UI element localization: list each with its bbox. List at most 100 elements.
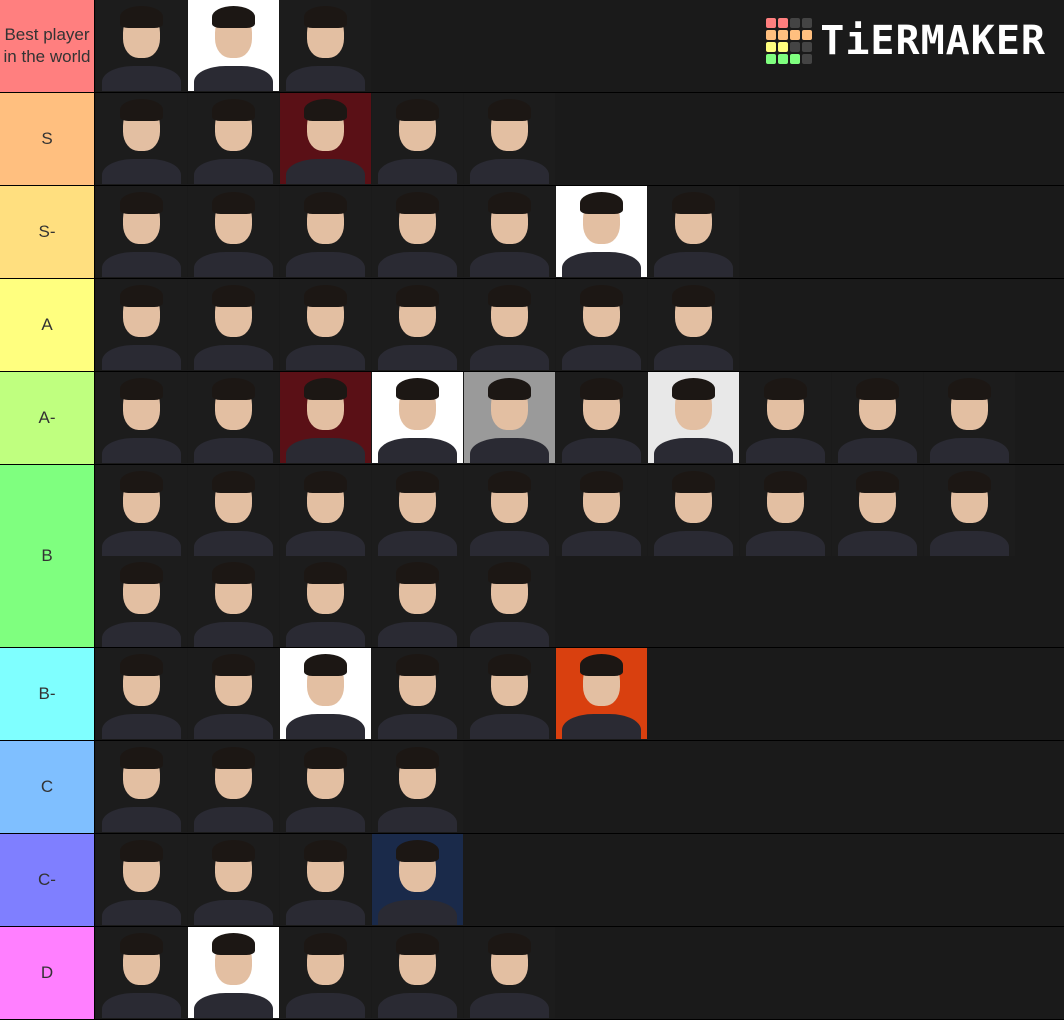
player-image[interactable] — [188, 556, 279, 647]
player-hair — [488, 562, 531, 584]
player-image[interactable] — [280, 648, 371, 739]
player-image[interactable] — [464, 372, 555, 463]
player-image[interactable] — [372, 834, 463, 925]
player-image[interactable] — [556, 279, 647, 370]
player-image[interactable] — [740, 372, 831, 463]
player-image[interactable] — [96, 648, 187, 739]
player-image[interactable] — [188, 648, 279, 739]
tier-label[interactable]: B — [0, 465, 95, 647]
tier-label[interactable]: A- — [0, 372, 95, 464]
tier-label[interactable]: B- — [0, 648, 95, 740]
player-hair — [396, 933, 439, 955]
player-body — [470, 159, 549, 184]
player-image[interactable] — [96, 186, 187, 277]
player-image[interactable] — [556, 465, 647, 556]
player-image[interactable] — [464, 279, 555, 370]
player-image[interactable] — [924, 372, 1015, 463]
tier-label[interactable]: S- — [0, 186, 95, 278]
tier-label[interactable]: Best player in the world — [0, 0, 95, 92]
player-image[interactable] — [464, 556, 555, 647]
player-image[interactable] — [372, 465, 463, 556]
player-hair — [396, 378, 439, 400]
player-image[interactable] — [648, 186, 739, 277]
tier-label[interactable]: S — [0, 93, 95, 185]
player-image[interactable] — [372, 648, 463, 739]
player-image[interactable] — [372, 927, 463, 1018]
player-image[interactable] — [280, 0, 371, 91]
logo-square — [802, 18, 813, 28]
player-image[interactable] — [832, 465, 923, 556]
player-image[interactable] — [280, 279, 371, 370]
player-image[interactable] — [648, 372, 739, 463]
player-image[interactable] — [188, 186, 279, 277]
player-image[interactable] — [464, 93, 555, 184]
player-hair — [396, 840, 439, 862]
tier-label[interactable]: A — [0, 279, 95, 371]
player-image[interactable] — [832, 372, 923, 463]
player-image[interactable] — [188, 465, 279, 556]
player-body — [930, 438, 1009, 463]
player-image[interactable] — [372, 186, 463, 277]
player-image[interactable] — [280, 927, 371, 1018]
player-image[interactable] — [372, 741, 463, 832]
player-image[interactable] — [372, 93, 463, 184]
player-hair — [304, 747, 347, 769]
player-image[interactable] — [280, 741, 371, 832]
player-image[interactable] — [464, 465, 555, 556]
player-hair — [488, 933, 531, 955]
player-image[interactable] — [464, 186, 555, 277]
player-image[interactable] — [280, 465, 371, 556]
player-image[interactable] — [372, 279, 463, 370]
player-image[interactable] — [280, 186, 371, 277]
player-image[interactable] — [648, 465, 739, 556]
player-image[interactable] — [280, 93, 371, 184]
player-image[interactable] — [96, 741, 187, 832]
player-image[interactable] — [96, 93, 187, 184]
player-image[interactable] — [280, 372, 371, 463]
player-image[interactable] — [280, 556, 371, 647]
player-image[interactable] — [96, 465, 187, 556]
player-image[interactable] — [96, 279, 187, 370]
player-image[interactable] — [96, 834, 187, 925]
player-image[interactable] — [372, 372, 463, 463]
player-hair — [212, 933, 255, 955]
tier-label[interactable]: C- — [0, 834, 95, 926]
player-image[interactable] — [96, 0, 187, 91]
player-body — [746, 531, 825, 556]
player-image[interactable] — [188, 834, 279, 925]
player-image[interactable] — [188, 0, 279, 91]
player-body — [470, 438, 549, 463]
player-body — [378, 807, 457, 832]
player-body — [654, 438, 733, 463]
player-hair — [120, 192, 163, 214]
player-body — [378, 622, 457, 647]
tier-row: A- — [0, 372, 1064, 465]
player-body — [930, 531, 1009, 556]
player-hair — [488, 378, 531, 400]
player-image[interactable] — [188, 93, 279, 184]
player-image[interactable] — [280, 834, 371, 925]
player-body — [654, 345, 733, 370]
player-image[interactable] — [556, 186, 647, 277]
player-image[interactable] — [648, 279, 739, 370]
tier-label[interactable]: D — [0, 927, 95, 1019]
player-image[interactable] — [188, 372, 279, 463]
player-image[interactable] — [188, 927, 279, 1018]
player-image[interactable] — [556, 648, 647, 739]
player-image[interactable] — [464, 927, 555, 1018]
player-image[interactable] — [96, 927, 187, 1018]
player-image[interactable] — [96, 556, 187, 647]
player-image[interactable] — [96, 372, 187, 463]
player-image[interactable] — [372, 556, 463, 647]
tiermaker-logo: TiERMAKER — [766, 18, 1046, 64]
tier-row: S — [0, 93, 1064, 186]
player-image[interactable] — [740, 465, 831, 556]
logo-square — [790, 42, 801, 52]
player-image[interactable] — [188, 741, 279, 832]
tier-label[interactable]: C — [0, 741, 95, 833]
player-image[interactable] — [188, 279, 279, 370]
player-image[interactable] — [464, 648, 555, 739]
player-image[interactable] — [556, 372, 647, 463]
player-hair — [488, 99, 531, 121]
player-image[interactable] — [924, 465, 1015, 556]
